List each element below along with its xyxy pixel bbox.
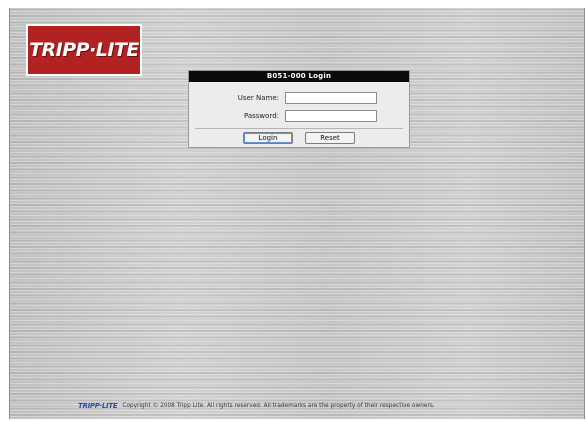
password-input[interactable] xyxy=(285,110,377,122)
login-title: B051-000 Login xyxy=(189,71,409,82)
divider xyxy=(195,128,403,129)
password-label: Password: xyxy=(243,112,279,120)
username-row: User Name: xyxy=(189,90,409,106)
footer-logo: TRIPP·LITE xyxy=(78,402,118,410)
login-panel: B051-000 Login User Name: Password: Logi… xyxy=(188,70,410,148)
reset-button[interactable]: Reset xyxy=(305,132,355,144)
password-row: Password: xyxy=(189,108,409,124)
footer: TRIPP·LITE Copyright © 2008 Tripp Lite. … xyxy=(78,398,578,414)
username-input[interactable] xyxy=(285,92,377,104)
username-label: User Name: xyxy=(237,94,279,102)
button-row: Login Reset xyxy=(189,132,409,144)
copyright-text: Copyright © 2008 Tripp Lite. All rights … xyxy=(122,403,435,409)
tripp-lite-logo: TRIPP·LITE xyxy=(26,24,142,76)
logo-text: TRIPP·LITE xyxy=(29,39,139,61)
login-button[interactable]: Login xyxy=(243,132,293,144)
